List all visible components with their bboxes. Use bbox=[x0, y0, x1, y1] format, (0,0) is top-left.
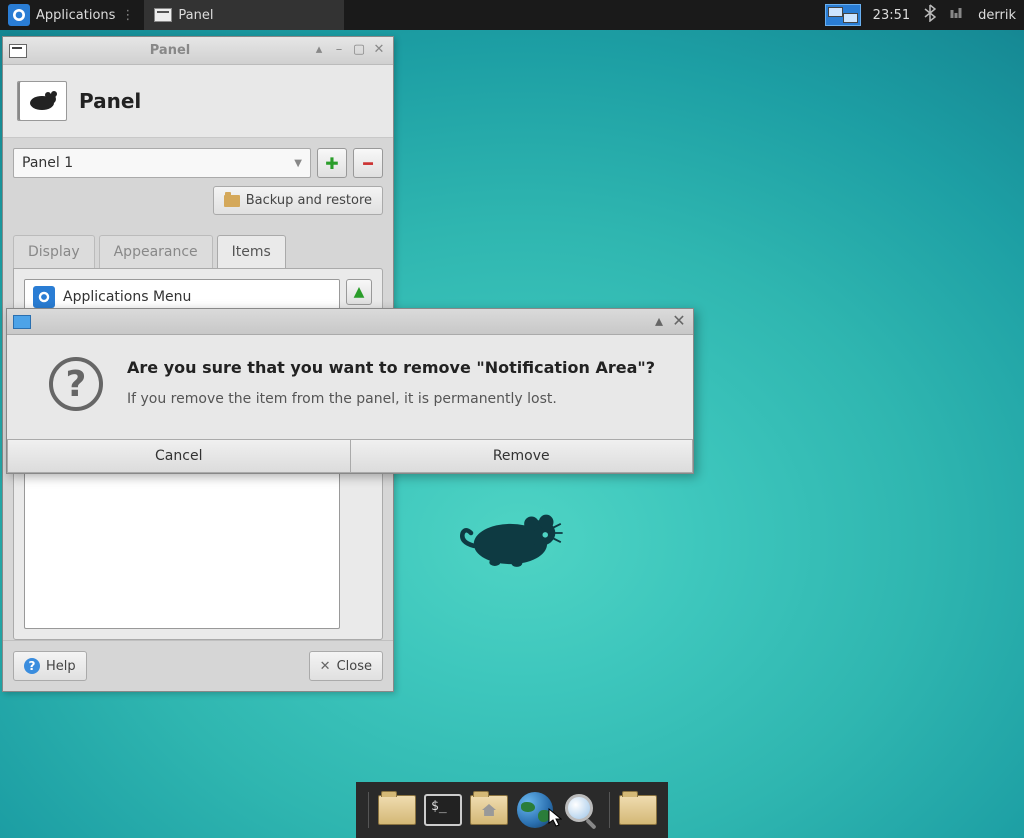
dock-item-search[interactable] bbox=[559, 788, 603, 832]
help-icon: ? bbox=[24, 658, 40, 674]
folder-icon bbox=[378, 795, 416, 825]
confirm-remove-dialog: ▴ ✕ ? Are you sure that you want to remo… bbox=[6, 308, 694, 474]
remove-button[interactable]: Remove bbox=[350, 439, 694, 473]
arrow-up-icon: ▲ bbox=[354, 284, 365, 300]
cancel-label: Cancel bbox=[155, 448, 202, 464]
panel-selector-dropdown[interactable]: Panel 1 ▼ bbox=[13, 148, 311, 178]
top-panel: Applications ⋮ Panel 23:51 derrik bbox=[0, 0, 1024, 30]
network-icon[interactable] bbox=[942, 6, 970, 24]
panel-selector-value: Panel 1 bbox=[22, 155, 73, 171]
tab-items[interactable]: Items bbox=[217, 235, 286, 268]
backup-restore-button[interactable]: Backup and restore bbox=[213, 186, 383, 215]
bluetooth-icon[interactable] bbox=[918, 4, 942, 26]
dialog-heading: Are you sure that you want to remove "No… bbox=[127, 357, 655, 379]
applications-menu-button[interactable]: Applications ⋮ bbox=[0, 0, 142, 30]
tab-display[interactable]: Display bbox=[13, 235, 95, 268]
dock-item-browser[interactable] bbox=[513, 788, 557, 832]
chevron-down-icon: ▼ bbox=[294, 158, 302, 169]
backup-restore-label: Backup and restore bbox=[246, 193, 372, 208]
dock-item-folder[interactable] bbox=[616, 788, 660, 832]
dock-item-files[interactable] bbox=[375, 788, 419, 832]
magnifier-icon bbox=[563, 792, 599, 828]
remove-label: Remove bbox=[493, 448, 550, 464]
close-label: Close bbox=[337, 659, 372, 674]
panel-header: Panel bbox=[3, 65, 393, 138]
workspace-switcher[interactable] bbox=[825, 4, 861, 26]
dialog-message: If you remove the item from the panel, i… bbox=[127, 391, 655, 407]
dialog-actions: Cancel Remove bbox=[7, 439, 693, 473]
add-panel-button[interactable]: ✚ bbox=[317, 148, 347, 178]
close-button[interactable]: ✕ Close bbox=[309, 651, 383, 681]
folder-icon bbox=[619, 795, 657, 825]
window-maximize-button[interactable]: ▢ bbox=[351, 43, 367, 59]
panel-header-icon bbox=[17, 81, 67, 121]
tab-appearance[interactable]: Appearance bbox=[99, 235, 213, 268]
user-menu[interactable]: derrik bbox=[970, 8, 1024, 23]
dialog-titlebar[interactable]: ▴ ✕ bbox=[7, 309, 693, 335]
applications-menu-icon bbox=[33, 286, 55, 308]
dock-separator bbox=[609, 792, 610, 828]
dock-item-home[interactable] bbox=[467, 788, 511, 832]
taskbar-item-label: Panel bbox=[178, 8, 213, 23]
home-folder-icon bbox=[470, 795, 508, 825]
folder-icon bbox=[224, 195, 240, 207]
bottom-dock bbox=[356, 782, 668, 838]
dialog-close-button[interactable]: ✕ bbox=[671, 314, 687, 330]
window-title: Panel bbox=[33, 43, 307, 58]
help-label: Help bbox=[46, 659, 76, 674]
window-titlebar[interactable]: Panel ▴ – ▢ ✕ bbox=[3, 37, 393, 65]
dialog-body: ? Are you sure that you want to remove "… bbox=[7, 335, 693, 439]
dialog-window-icon bbox=[13, 315, 31, 329]
close-icon: ✕ bbox=[320, 659, 331, 674]
menu-separator-icon: ⋮ bbox=[121, 8, 134, 23]
question-icon: ? bbox=[49, 357, 103, 411]
dialog-shade-button[interactable]: ▴ bbox=[651, 314, 667, 330]
tab-bar: Display Appearance Items bbox=[13, 235, 383, 268]
plus-icon: ✚ bbox=[325, 154, 338, 173]
cancel-button[interactable]: Cancel bbox=[7, 439, 351, 473]
remove-panel-button[interactable]: ━ bbox=[353, 148, 383, 178]
move-item-up-button[interactable]: ▲ bbox=[346, 279, 372, 305]
minus-icon: ━ bbox=[363, 154, 373, 173]
dock-item-terminal[interactable] bbox=[421, 788, 465, 832]
panel-heading: Panel bbox=[79, 89, 141, 113]
help-button[interactable]: ? Help bbox=[13, 651, 87, 681]
list-item-label: Applications Menu bbox=[63, 289, 191, 305]
window-shade-button[interactable]: ▴ bbox=[311, 43, 327, 59]
globe-icon bbox=[517, 792, 553, 828]
applications-menu-label: Applications bbox=[36, 8, 115, 23]
taskbar-item-panel[interactable]: Panel bbox=[144, 0, 344, 30]
panel-footer: ? Help ✕ Close bbox=[3, 640, 393, 691]
clock[interactable]: 23:51 bbox=[865, 8, 918, 23]
terminal-icon bbox=[424, 794, 462, 826]
xfce-logo-icon bbox=[8, 4, 30, 26]
panel-window-icon bbox=[154, 8, 172, 22]
window-minimize-button[interactable]: – bbox=[331, 43, 347, 59]
panel-window-icon bbox=[9, 44, 27, 58]
window-close-button[interactable]: ✕ bbox=[371, 43, 387, 59]
xfce-mouse-wallpaper-icon bbox=[460, 500, 570, 570]
dock-separator bbox=[368, 792, 369, 828]
